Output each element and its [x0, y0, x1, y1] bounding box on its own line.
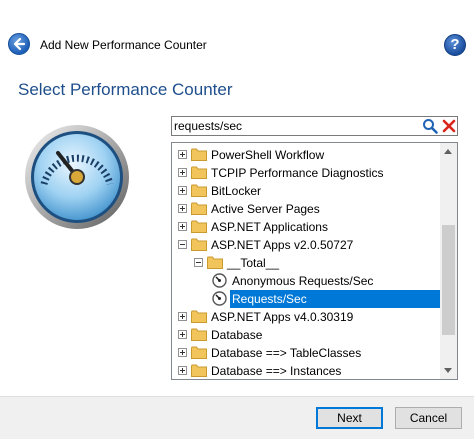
search-input[interactable] [174, 118, 414, 134]
title-bar: Add New Performance Counter ? [0, 0, 474, 66]
tree-folder-item[interactable]: ASP.NET Apps v2.0.50727 [172, 236, 442, 254]
tree-folder-item[interactable]: Database ==> TableClasses [172, 344, 442, 362]
search-icon[interactable] [422, 118, 438, 134]
clear-icon[interactable] [441, 118, 457, 134]
cancel-button[interactable]: Cancel [395, 407, 462, 429]
folder-icon [191, 184, 207, 197]
folder-icon [191, 148, 207, 161]
collapse-icon[interactable] [178, 240, 187, 249]
scroll-thumb[interactable] [442, 225, 455, 335]
folder-icon [191, 166, 207, 179]
tree-item-label: Database ==> Instances [211, 364, 342, 378]
folder-icon [191, 238, 207, 251]
folder-icon [191, 364, 207, 377]
tree-counter-item[interactable]: Anonymous Requests/Sec [172, 272, 442, 290]
tree-item-label: Database [211, 328, 263, 342]
tree-item-label: ASP.NET Apps v4.0.30319 [211, 310, 354, 324]
expand-icon[interactable] [178, 168, 187, 177]
window-title: Add New Performance Counter [40, 38, 207, 52]
tree-folder-item[interactable]: ASP.NET Apps v4.0.30319 [172, 308, 442, 326]
folder-icon [191, 328, 207, 341]
tree-folder-item[interactable]: ASP.NET Applications [172, 218, 442, 236]
tree-item-label: Active Server Pages [211, 202, 320, 216]
help-icon[interactable]: ? [444, 34, 466, 56]
folder-icon [191, 310, 207, 323]
tree-item-label: Database ==> TableClasses [211, 346, 362, 360]
counter-icon [212, 291, 227, 306]
expand-icon[interactable] [178, 330, 187, 339]
counter-icon [212, 273, 227, 288]
tree-item-label: BitLocker [211, 184, 262, 198]
tree-folder-item[interactable]: Active Server Pages [172, 200, 442, 218]
tree-scrollbar[interactable] [440, 143, 457, 379]
tree-folder-item[interactable]: Database [172, 326, 442, 344]
expand-icon[interactable] [178, 204, 187, 213]
folder-icon [191, 346, 207, 359]
tree-folder-item[interactable]: BitLocker [172, 182, 442, 200]
cancel-button-label: Cancel [409, 411, 448, 425]
expand-icon[interactable] [178, 366, 187, 375]
tree-item-label: ASP.NET Applications [211, 220, 328, 234]
tree-item-label: Anonymous Requests/Sec [232, 274, 374, 288]
search-field[interactable] [171, 116, 458, 136]
folder-icon [207, 256, 223, 269]
footer-bar: Next Cancel [0, 396, 474, 439]
tree-item-label: __Total__ [227, 256, 280, 270]
collapse-icon[interactable] [194, 258, 203, 267]
tree-item-label: ASP.NET Apps v2.0.50727 [211, 238, 354, 252]
tree-item-label: PowerShell Workflow [211, 148, 325, 162]
tree-counter-item[interactable]: Requests/Sec [172, 290, 442, 308]
tree-folder-item[interactable]: __Total__ [172, 254, 442, 272]
counter-tree[interactable]: PowerShell Workflow TCPIP Performance Dia… [171, 142, 458, 380]
back-arrow-icon[interactable] [8, 33, 30, 55]
tree-item-label: TCPIP Performance Diagnostics [211, 166, 384, 180]
next-button-label: Next [337, 411, 362, 425]
scroll-up-icon[interactable] [444, 149, 452, 154]
tree-item-label: Requests/Sec [230, 290, 442, 308]
scroll-down-icon[interactable] [444, 368, 452, 373]
tree-folder-item[interactable]: TCPIP Performance Diagnostics [172, 164, 442, 182]
expand-icon[interactable] [178, 150, 187, 159]
expand-icon[interactable] [178, 348, 187, 357]
folder-icon [191, 202, 207, 215]
tree-folder-item[interactable]: Database ==> Instances [172, 362, 442, 379]
tree-folder-item[interactable]: PowerShell Workflow [172, 146, 442, 164]
expand-icon[interactable] [178, 186, 187, 195]
folder-icon [191, 220, 207, 233]
expand-icon[interactable] [178, 222, 187, 231]
next-button[interactable]: Next [316, 407, 383, 429]
gauge-icon [22, 122, 132, 235]
page-heading: Select Performance Counter [18, 80, 233, 99]
expand-icon[interactable] [178, 312, 187, 321]
